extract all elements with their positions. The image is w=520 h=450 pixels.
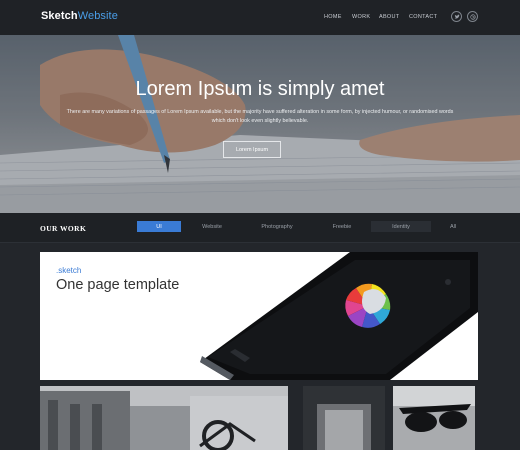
featured-project-card[interactable]: .sketch One page template xyxy=(40,252,478,380)
hero-banner: Lorem Ipsum is simply amet There are man… xyxy=(0,35,520,213)
filter-ui[interactable]: UI xyxy=(137,221,181,232)
feature-title: One page template xyxy=(56,277,180,293)
nav-home[interactable]: HOME xyxy=(324,14,342,20)
project-thumbnail[interactable] xyxy=(393,386,475,450)
twitter-icon[interactable] xyxy=(451,11,462,22)
nav-contact[interactable]: CONTACT xyxy=(409,14,437,20)
filter-photography[interactable]: Photography xyxy=(254,221,300,232)
logo-main: Sketch xyxy=(41,10,78,22)
site-header: SketchWebsite HOME WORK ABOUT CONTACT xyxy=(0,0,520,35)
nav-about[interactable]: ABOUT xyxy=(379,14,399,20)
project-thumbnail[interactable] xyxy=(303,386,385,450)
work-title: OUR WORK xyxy=(40,224,87,233)
nav-work[interactable]: WORK xyxy=(352,14,370,20)
dribbble-icon[interactable] xyxy=(467,11,478,22)
phone-image xyxy=(200,252,478,380)
filter-identity[interactable]: Identity xyxy=(371,221,431,232)
hero-text: There are many variations of passages of… xyxy=(66,109,454,124)
filter-website[interactable]: Website xyxy=(190,221,234,232)
logo-accent: Website xyxy=(77,10,118,22)
project-thumbnail[interactable] xyxy=(40,386,288,450)
feature-brand: .sketch xyxy=(56,266,82,275)
hero-title: Lorem Ipsum is simply amet xyxy=(135,78,385,100)
work-filter-bar: OUR WORK UI Website Photography Freebie … xyxy=(0,213,520,243)
filter-all[interactable]: All xyxy=(440,221,466,232)
site-logo[interactable]: SketchWebsite xyxy=(41,10,118,22)
filter-freebie[interactable]: Freebie xyxy=(320,221,364,232)
hero-button[interactable]: Lorem Ipsum xyxy=(223,141,281,158)
